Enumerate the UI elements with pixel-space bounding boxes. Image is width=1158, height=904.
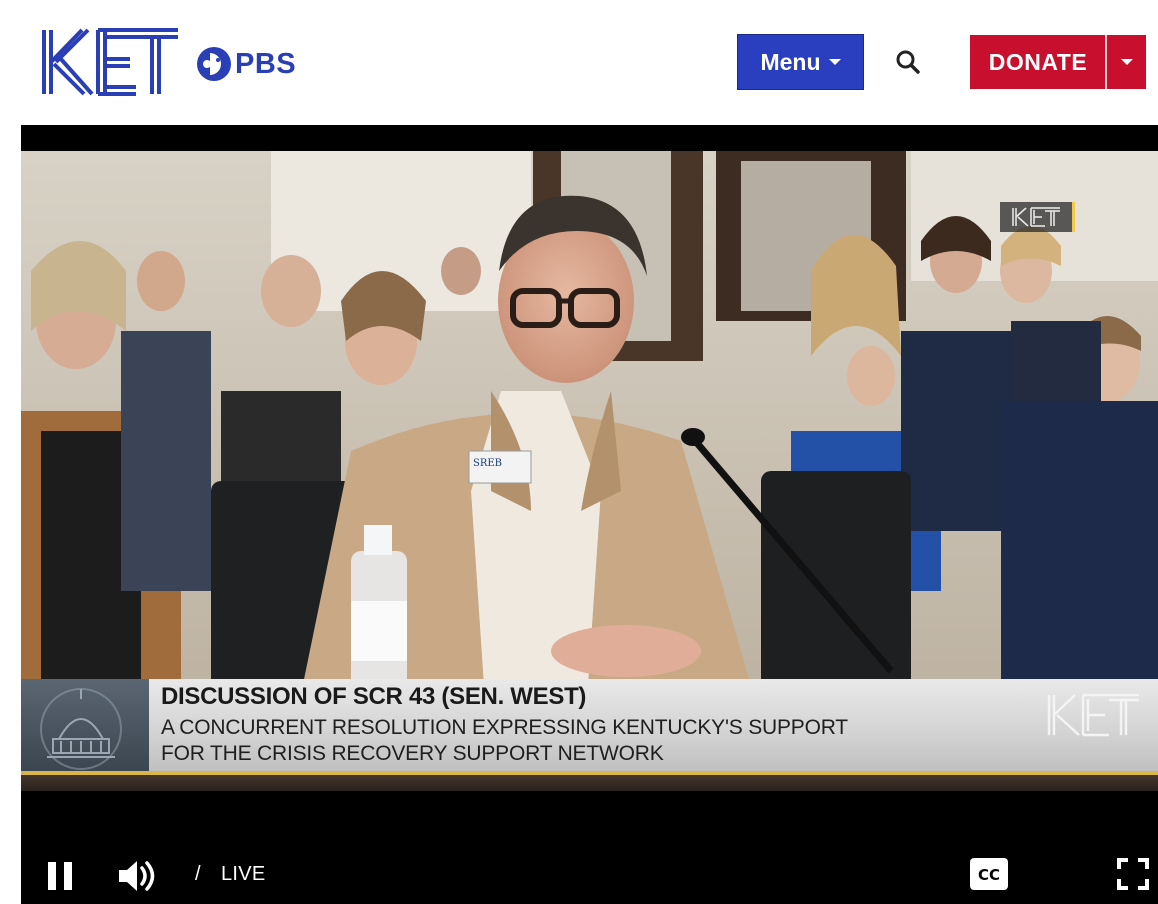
player-controls: / LIVE CC [21,846,1158,904]
capitol-dome-icon [40,688,122,770]
watermark-accent [1072,202,1075,232]
search-icon [896,50,920,74]
caret-down-icon [1120,59,1133,65]
capitol-seal [21,679,149,773]
site-header: PBS Menu DONATE [0,0,1158,125]
ket-caption-logo [1047,693,1139,737]
pause-icon [48,862,72,890]
cc-label: CC [978,866,1000,884]
ket-logo[interactable] [38,26,180,98]
closed-captions-button[interactable]: CC [970,858,1008,890]
ket-watermark-logo [1012,207,1060,227]
caret-down-icon [828,59,841,65]
menu-button[interactable]: Menu [737,34,864,90]
fullscreen-icon [1117,858,1149,890]
caption-title: DISCUSSION OF SCR 43 (SEN. WEST) [161,683,587,710]
live-indicator[interactable]: LIVE [221,863,266,886]
time-separator: / [195,863,201,885]
caption-line-2: FOR THE CRISIS RECOVERY SUPPORT NETWORK [161,742,664,765]
video-player[interactable]: SREB DISCUSSION OF SCR 43 (SEN. WEST) A … [21,125,1158,904]
caption-ket-logo [1045,691,1141,739]
caption-line-1: A CONCURRENT RESOLUTION EXPRESSING KENTU… [161,716,848,739]
ket-watermark [1000,202,1072,232]
pbs-logo[interactable]: PBS [196,44,296,84]
search-button[interactable] [890,44,926,80]
donate-label: DONATE [988,48,1088,75]
menu-label: Menu [760,48,821,75]
volume-button[interactable] [117,858,159,894]
ket-logo-mark [42,28,178,96]
name-badge-text: SREB [473,458,502,469]
donate-dropdown-toggle[interactable] [1107,35,1146,89]
video-frame[interactable]: SREB DISCUSSION OF SCR 43 (SEN. WEST) A … [21,151,1158,791]
volume-icon [119,861,155,891]
pbs-head-icon [197,47,231,81]
fullscreen-button[interactable] [1117,858,1149,890]
donate-button[interactable]: DONATE [970,35,1106,89]
caption-gold-rule [21,771,1158,775]
pbs-wordmark: PBS [235,47,297,80]
page-gutter [0,125,21,904]
pause-button[interactable] [45,860,77,892]
cc-icon: CC [970,858,1008,890]
lower-third-caption: DISCUSSION OF SCR 43 (SEN. WEST) A CONCU… [21,679,1158,775]
